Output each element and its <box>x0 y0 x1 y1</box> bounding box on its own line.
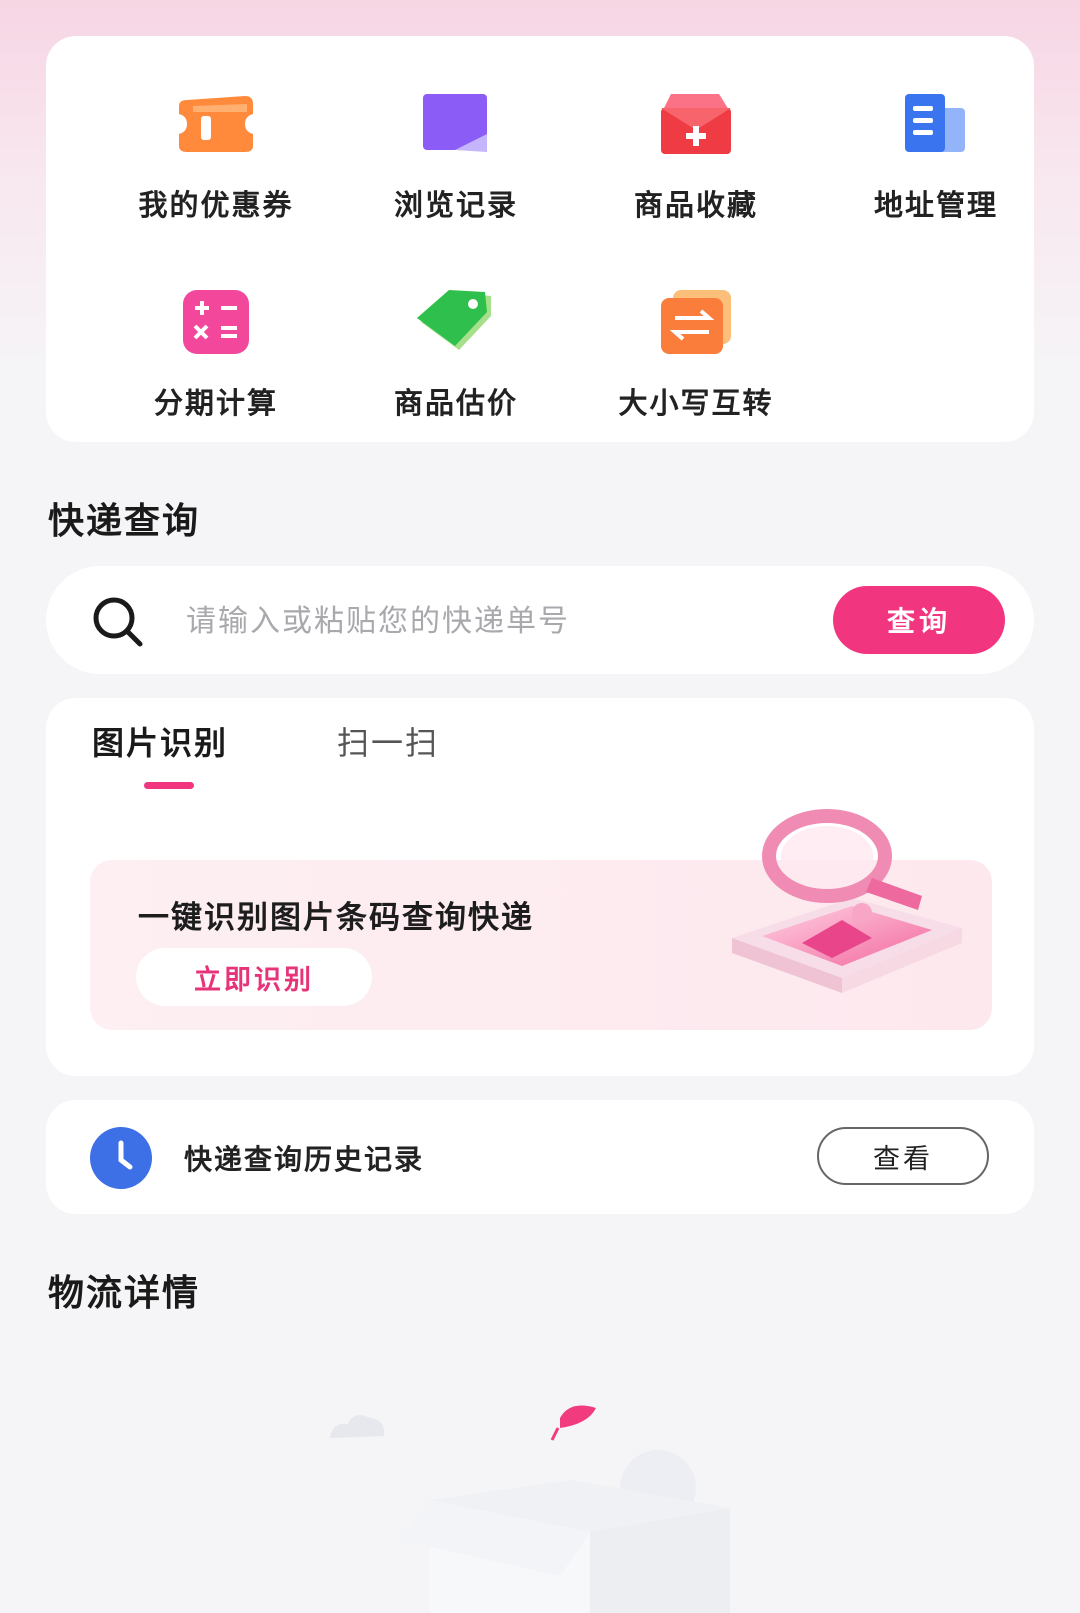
express-history-row[interactable]: 快递查询历史记录 查看 <box>46 1100 1034 1214</box>
empty-box-illustration <box>330 1405 730 1613</box>
tool-label: 地址管理 <box>873 188 998 222</box>
tool-address[interactable]: 地址管理 <box>816 76 1056 236</box>
tool-label: 商品收藏 <box>633 188 758 222</box>
active-tab-indicator <box>144 782 194 789</box>
favorite-box-icon <box>653 82 739 168</box>
tab-image-recognition[interactable]: 图片识别 <box>92 718 228 764</box>
express-section-title: 快递查询 <box>48 501 201 542</box>
express-search-bar: 查询 <box>46 566 1034 674</box>
recognition-card: 图片识别 扫一扫 一键识别图片条码查询快递 立即识别 <box>46 698 1034 1076</box>
view-history-button[interactable]: 查看 <box>817 1127 989 1185</box>
tool-case-convert[interactable]: 大小写互转 <box>576 274 816 434</box>
recognition-banner[interactable]: 一键识别图片条码查询快递 立即识别 <box>90 809 992 1030</box>
clock-icon <box>90 1127 152 1189</box>
tool-label: 浏览记录 <box>393 188 518 222</box>
case-convert-icon <box>653 280 739 366</box>
tab-scan[interactable]: 扫一扫 <box>337 718 439 764</box>
tool-label: 商品估价 <box>393 386 518 420</box>
tracking-number-input[interactable] <box>186 594 806 648</box>
address-book-icon <box>893 82 979 168</box>
tool-label: 分期计算 <box>153 386 278 420</box>
history-label: 快递查询历史记录 <box>184 1143 425 1176</box>
tool-favorites[interactable]: 商品收藏 <box>576 76 816 236</box>
tool-label: 我的优惠券 <box>138 188 294 222</box>
search-icon <box>93 597 143 647</box>
history-bookmark-icon <box>413 82 499 168</box>
calculator-icon <box>173 280 259 366</box>
tool-browse-history[interactable]: 浏览记录 <box>336 76 576 236</box>
tools-grid: 我的优惠券 浏览记录 商品收藏 地址管理 分期计算 商品估价 大小写互转 <box>46 36 1034 442</box>
magnifier-image-illustration <box>732 809 962 993</box>
tool-price-estimate[interactable]: 商品估价 <box>336 274 576 434</box>
recognition-headline: 一键识别图片条码查询快递 <box>138 900 534 936</box>
recognize-now-button[interactable]: 立即识别 <box>136 948 372 1006</box>
tool-installment-calc[interactable]: 分期计算 <box>96 274 336 434</box>
coupon-icon <box>173 82 259 168</box>
price-tag-icon <box>413 280 499 366</box>
tool-coupons[interactable]: 我的优惠券 <box>96 76 336 236</box>
tool-label: 大小写互转 <box>618 386 774 420</box>
query-button[interactable]: 查询 <box>833 586 1005 654</box>
logistics-section-title: 物流详情 <box>48 1273 201 1314</box>
